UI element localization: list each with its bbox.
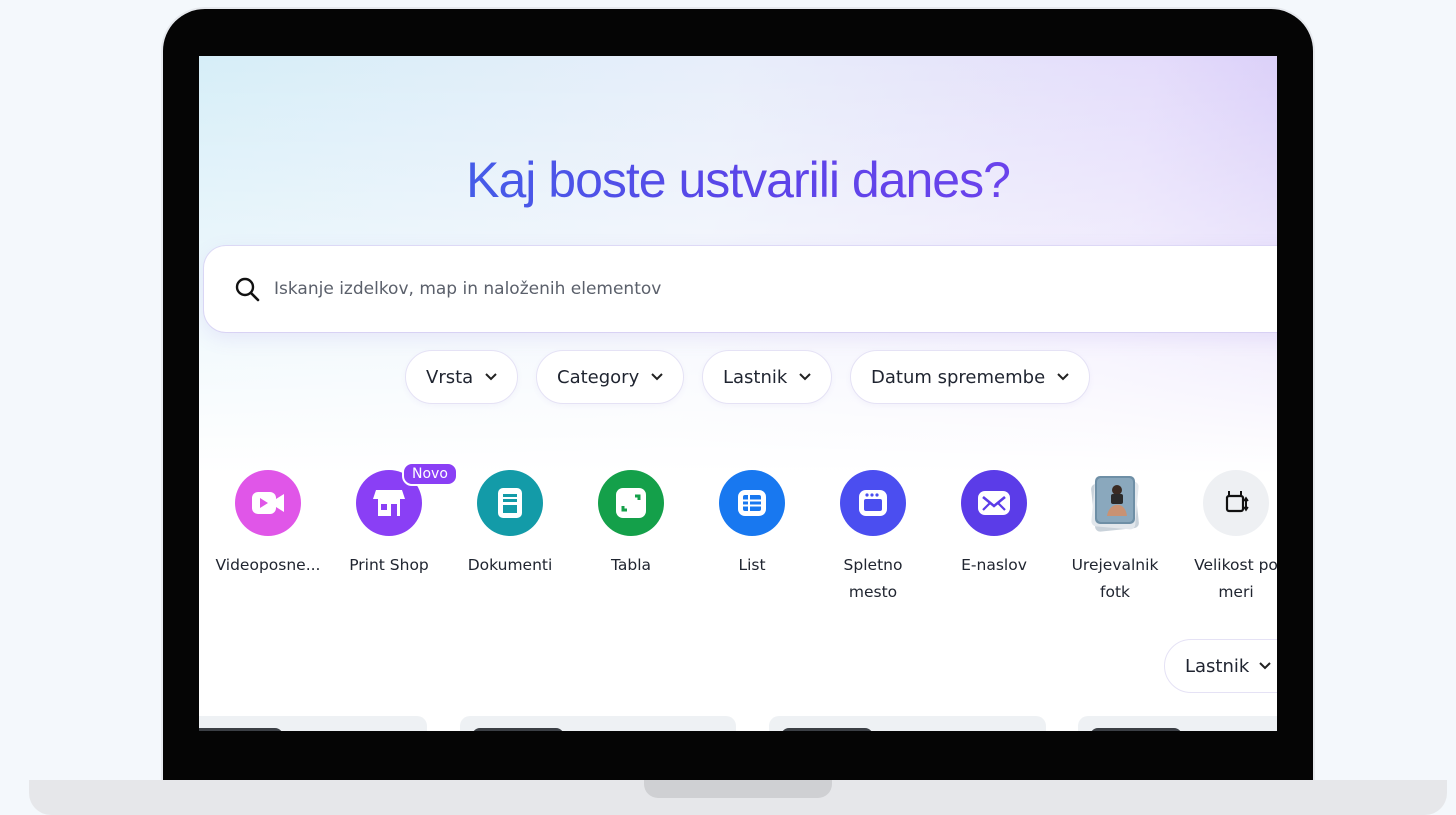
card-thumbnail bbox=[199, 728, 283, 731]
tool-custom-size[interactable]: Velikost po meri bbox=[1171, 470, 1277, 606]
filter-label: Vrsta bbox=[426, 366, 474, 388]
filter-label: Category bbox=[557, 366, 640, 388]
tool-label: List bbox=[738, 556, 766, 574]
custom-size-icon bbox=[1203, 470, 1269, 536]
filter-date-modified[interactable]: Datum spremembe bbox=[850, 350, 1091, 404]
chevron-down-icon bbox=[651, 373, 663, 381]
filter-label: Lastnik bbox=[1185, 655, 1250, 677]
whiteboard-icon bbox=[598, 470, 664, 536]
tool-label: Tabla bbox=[610, 556, 652, 574]
tool-print-shop[interactable]: Novo Print Shop bbox=[324, 462, 458, 579]
sheet-table-icon bbox=[719, 470, 785, 536]
tool-whiteboard[interactable]: Tabla bbox=[566, 470, 696, 579]
chevron-down-icon bbox=[799, 373, 812, 381]
chevron-down-icon bbox=[1259, 662, 1272, 670]
design-card[interactable] bbox=[460, 716, 736, 731]
card-thumbnail bbox=[1090, 728, 1182, 731]
tool-docs[interactable]: Dokumenti bbox=[445, 470, 575, 579]
laptop-notch bbox=[644, 780, 832, 798]
filter-label: Lastnik bbox=[723, 366, 788, 388]
design-card[interactable] bbox=[199, 716, 427, 731]
tool-label: Print Shop bbox=[349, 556, 429, 574]
document-icon bbox=[477, 470, 543, 536]
design-card[interactable] bbox=[769, 716, 1046, 731]
website-icon bbox=[840, 470, 906, 536]
filter-owner[interactable]: Lastnik bbox=[702, 350, 833, 404]
filter-label: Datum spremembe bbox=[871, 366, 1046, 388]
chevron-down-icon bbox=[1057, 373, 1069, 381]
tool-label: Videoposne... bbox=[215, 556, 321, 574]
chevron-down-icon bbox=[485, 373, 497, 381]
search-input[interactable] bbox=[274, 272, 1174, 306]
search-bar[interactable] bbox=[204, 246, 1277, 332]
content-owner-filter[interactable]: Lastnik bbox=[1164, 639, 1277, 693]
envelope-icon bbox=[961, 470, 1027, 536]
filter-category[interactable]: Category bbox=[536, 350, 685, 404]
card-thumbnail bbox=[472, 728, 564, 731]
page-title: Kaj boste ustvarili danes? bbox=[199, 151, 1277, 209]
search-icon bbox=[235, 277, 260, 302]
tool-label: Spletno mesto bbox=[843, 556, 903, 601]
tool-photo-editor[interactable]: Urejevalnik fotk bbox=[1050, 470, 1180, 606]
tool-label: Urejevalnik fotk bbox=[1071, 556, 1159, 601]
tool-email[interactable]: E-naslov bbox=[929, 470, 1059, 579]
tool-label: Velikost po meri bbox=[1194, 556, 1277, 601]
card-thumbnail bbox=[781, 728, 873, 731]
design-card[interactable] bbox=[1078, 716, 1277, 731]
photo-editor-icon bbox=[1082, 470, 1148, 536]
tool-label: Dokumenti bbox=[467, 556, 553, 574]
tool-website[interactable]: Spletno mesto bbox=[808, 470, 938, 606]
tool-label: E-naslov bbox=[961, 556, 1027, 574]
tool-video[interactable]: Videoposne... bbox=[203, 470, 333, 579]
app-screen: Kaj boste ustvarili danes? Vrsta Categor… bbox=[199, 56, 1277, 731]
tool-sheet[interactable]: List bbox=[687, 470, 817, 579]
video-camera-icon bbox=[235, 470, 301, 536]
filter-type[interactable]: Vrsta bbox=[405, 350, 519, 404]
